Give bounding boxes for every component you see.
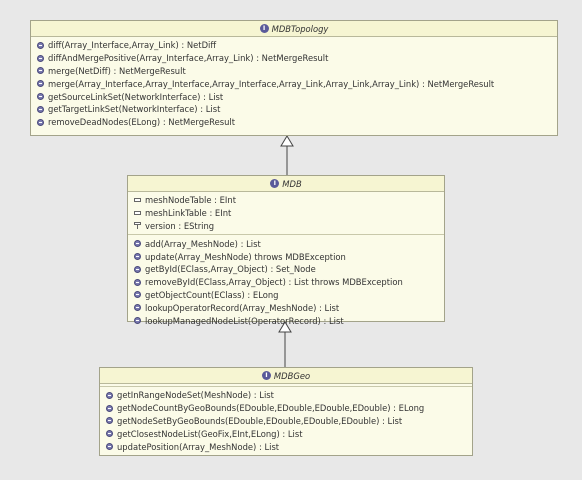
operation-row[interactable]: merge(NetDiff) : NetMergeResult bbox=[37, 65, 557, 78]
attribute-icon bbox=[134, 211, 141, 216]
operation-icon bbox=[134, 278, 141, 286]
operation-signature: lookupOperatorRecord(Array_MeshNode) : L… bbox=[145, 302, 340, 313]
operation-icon bbox=[106, 391, 113, 399]
operation-signature: getClosestNodeList(GeoFix,EInt,ELong) : … bbox=[117, 428, 303, 439]
interface-mdbtopology[interactable]: I MDBTopology diff(Array_Interface,Array… bbox=[30, 20, 558, 136]
operation-signature: add(Array_MeshNode) : List bbox=[145, 238, 261, 249]
attribute-row[interactable]: version : EString bbox=[134, 220, 444, 233]
operation-signature: getSourceLinkSet(NetworkInterface) : Lis… bbox=[48, 91, 224, 102]
generalization-mdb-to-mdbtopology bbox=[280, 135, 294, 175]
operation-signature: removeById(EClass,Array_Object) : List t… bbox=[145, 277, 403, 288]
operation-icon bbox=[134, 291, 141, 299]
operation-row[interactable]: getClosestNodeList(GeoFix,EInt,ELong) : … bbox=[106, 427, 472, 440]
interface-header: I MDB bbox=[128, 176, 444, 192]
operation-icon bbox=[134, 317, 141, 325]
operation-signature: merge(NetDiff) : NetMergeResult bbox=[48, 65, 186, 76]
operation-row[interactable]: add(Array_MeshNode) : List bbox=[134, 237, 444, 250]
operation-row[interactable]: removeDeadNodes(ELong) : NetMergeResult bbox=[37, 116, 557, 129]
operation-row[interactable]: getObjectCount(EClass) : ELong bbox=[134, 289, 444, 302]
attribute-volatile-icon bbox=[134, 222, 141, 230]
operation-icon bbox=[106, 443, 113, 451]
operation-signature: getNodeSetByGeoBounds(EDouble,EDouble,ED… bbox=[117, 415, 403, 426]
operation-icon bbox=[37, 118, 44, 126]
operation-row[interactable]: getNodeCountByGeoBounds(EDouble,EDouble,… bbox=[106, 402, 472, 415]
operation-row[interactable]: getInRangeNodeSet(MeshNode) : List bbox=[106, 389, 472, 402]
operation-icon bbox=[134, 240, 141, 248]
interface-icon: I bbox=[270, 179, 280, 188]
operation-icon bbox=[37, 67, 44, 75]
interface-header: I MDBGeo bbox=[100, 368, 472, 384]
operation-signature: update(Array_MeshNode) throws MDBExcepti… bbox=[145, 251, 346, 262]
operation-icon bbox=[37, 105, 44, 113]
operation-row[interactable]: getById(EClass,Array_Object) : Set_Node bbox=[134, 263, 444, 276]
operation-signature: updatePosition(Array_MeshNode) : List bbox=[117, 441, 280, 452]
operation-row[interactable]: lookupOperatorRecord(Array_MeshNode) : L… bbox=[134, 301, 444, 314]
operation-row[interactable]: merge(Array_Interface,Array_Interface,Ar… bbox=[37, 77, 557, 90]
operation-row[interactable]: diff(Array_Interface,Array_Link) : NetDi… bbox=[37, 39, 557, 52]
operation-signature: getObjectCount(EClass) : ELong bbox=[145, 289, 279, 300]
operation-icon bbox=[134, 265, 141, 273]
interface-name: MDBTopology bbox=[271, 23, 329, 34]
operation-icon bbox=[134, 304, 141, 312]
attribute-signature: meshNodeTable : EInt bbox=[145, 195, 236, 206]
operation-row[interactable]: removeById(EClass,Array_Object) : List t… bbox=[134, 276, 444, 289]
operations-compartment: diff(Array_Interface,Array_Link) : NetDi… bbox=[31, 37, 557, 131]
operation-icon bbox=[37, 80, 44, 88]
operation-row[interactable]: update(Array_MeshNode) throws MDBExcepti… bbox=[134, 250, 444, 263]
attributes-compartment: meshNodeTable : EInt meshLinkTable : EIn… bbox=[128, 192, 444, 236]
operation-icon bbox=[37, 93, 44, 101]
interface-icon: I bbox=[261, 371, 271, 380]
operation-signature: lookupManagedNodeList(OperatorRecord) : … bbox=[145, 315, 344, 326]
interface-mdbgeo[interactable]: I MDBGeo getInRangeNodeSet(MeshNode) : L… bbox=[99, 367, 473, 456]
operation-icon bbox=[37, 54, 44, 62]
operation-icon bbox=[106, 430, 113, 438]
attribute-icon bbox=[134, 198, 141, 203]
operation-row[interactable]: lookupManagedNodeList(OperatorRecord) : … bbox=[134, 314, 444, 327]
operation-icon bbox=[106, 417, 113, 425]
operation-icon bbox=[134, 253, 141, 261]
operation-signature: diffAndMergePositive(Array_Interface,Arr… bbox=[48, 53, 329, 64]
operation-icon bbox=[106, 404, 113, 412]
operation-signature: removeDeadNodes(ELong) : NetMergeResult bbox=[48, 117, 236, 128]
operation-signature: diff(Array_Interface,Array_Link) : NetDi… bbox=[48, 40, 217, 51]
operations-compartment: getInRangeNodeSet(MeshNode) : List getNo… bbox=[100, 387, 472, 455]
attribute-row[interactable]: meshNodeTable : EInt bbox=[134, 194, 444, 207]
interface-mdb[interactable]: I MDB meshNodeTable : EInt meshLinkTable… bbox=[127, 175, 445, 326]
uml-class-diagram: I MDBTopology diff(Array_Interface,Array… bbox=[0, 0, 582, 480]
operation-signature: getById(EClass,Array_Object) : Set_Node bbox=[145, 264, 316, 275]
interface-name: MDB bbox=[282, 178, 302, 189]
attribute-row[interactable]: meshLinkTable : EInt bbox=[134, 207, 444, 220]
operation-row[interactable]: getSourceLinkSet(NetworkInterface) : Lis… bbox=[37, 90, 557, 103]
operation-signature: getInRangeNodeSet(MeshNode) : List bbox=[117, 390, 274, 401]
operation-signature: getNodeCountByGeoBounds(EDouble,EDouble,… bbox=[117, 403, 425, 414]
interface-icon: I bbox=[259, 24, 269, 33]
interface-name: MDBGeo bbox=[273, 370, 311, 381]
operation-row[interactable]: getNodeSetByGeoBounds(EDouble,EDouble,ED… bbox=[106, 415, 472, 428]
interface-header: I MDBTopology bbox=[31, 21, 557, 37]
operation-signature: getTargetLinkSet(NetworkInterface) : Lis… bbox=[48, 104, 221, 115]
operation-signature: merge(Array_Interface,Array_Interface,Ar… bbox=[48, 78, 495, 89]
operations-compartment: add(Array_MeshNode) : List update(Array_… bbox=[128, 235, 444, 329]
operation-row[interactable]: diffAndMergePositive(Array_Interface,Arr… bbox=[37, 52, 557, 65]
attribute-signature: version : EString bbox=[145, 220, 215, 231]
operation-row[interactable]: updatePosition(Array_MeshNode) : List bbox=[106, 440, 472, 453]
operation-icon bbox=[37, 41, 44, 49]
attribute-signature: meshLinkTable : EInt bbox=[145, 208, 232, 219]
operation-row[interactable]: getTargetLinkSet(NetworkInterface) : Lis… bbox=[37, 103, 557, 116]
